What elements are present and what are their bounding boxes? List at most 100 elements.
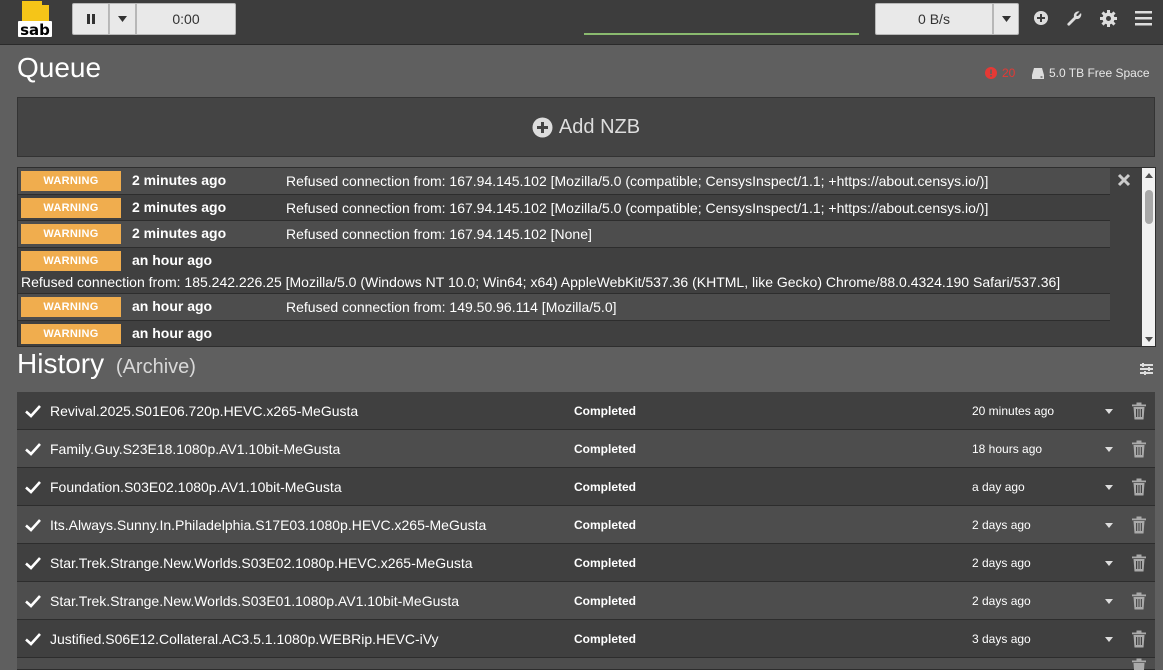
warning-row: WARNING an hour ago xyxy=(18,321,1110,346)
checkmark-icon xyxy=(25,633,41,646)
warning-message: Refused connection from: 167.94.145.102 … xyxy=(286,226,592,242)
warning-time: 2 minutes ago xyxy=(132,172,227,188)
history-row[interactable]: Star.Trek.Strange.New.Worlds.S03E02.1080… xyxy=(17,544,1155,582)
add-nzb-label: Add NZB xyxy=(558,115,641,138)
history-item-status: Completed xyxy=(574,404,637,418)
trash-icon[interactable] xyxy=(1131,592,1147,610)
warnings-scrollbar[interactable] xyxy=(1142,168,1155,346)
warning-row: WARNING an hour ago Refused connection f… xyxy=(18,248,1110,294)
pause-button[interactable] xyxy=(72,3,109,35)
history-item-time: 2 days ago xyxy=(972,556,1031,570)
warning-row: WARNING 2 minutes ago Refused connection… xyxy=(18,168,1110,195)
warning-badge: WARNING xyxy=(21,224,121,244)
caret-down-icon[interactable] xyxy=(1104,598,1114,606)
history-options-button[interactable] xyxy=(1140,362,1154,376)
main-menu-button[interactable] xyxy=(1133,8,1153,28)
history-item-name[interactable]: Revival.2025.S01E06.720p.HEVC.x265-MeGus… xyxy=(50,403,358,419)
history-list: Revival.2025.S01E06.720p.HEVC.x265-MeGus… xyxy=(17,392,1155,670)
history-row[interactable]: Revival.2025.S01E06.720p.HEVC.x265-MeGus… xyxy=(17,392,1155,430)
pause-icon xyxy=(86,14,95,24)
caret-down-icon[interactable] xyxy=(1104,408,1114,416)
checkmark-icon xyxy=(25,595,41,608)
history-row[interactable] xyxy=(17,658,1155,670)
history-title: History (Archive) xyxy=(17,348,196,380)
trash-icon[interactable] xyxy=(1131,516,1147,534)
warning-message: Refused connection from: 149.50.96.114 [… xyxy=(286,299,617,315)
wrench-icon xyxy=(1066,10,1081,26)
caret-down-icon[interactable] xyxy=(1104,484,1114,492)
history-item-name[interactable]: Family.Guy.S23E18.1080p.AV1.10bit-MeGust… xyxy=(50,441,340,457)
clear-warnings-button[interactable] xyxy=(1117,173,1133,189)
hard-drive-icon xyxy=(1032,67,1044,79)
caret-down-icon[interactable] xyxy=(1104,560,1114,568)
caret-down-icon[interactable] xyxy=(1104,446,1114,454)
history-row[interactable]: Foundation.S03E02.1080p.AV1.10bit-MeGust… xyxy=(17,468,1155,506)
speed-graph xyxy=(584,33,859,35)
history-row[interactable]: Justified.S06E12.Collateral.AC3.5.1.1080… xyxy=(17,620,1155,658)
add-nzb-top-button[interactable] xyxy=(1031,8,1051,28)
history-item-time: 20 minutes ago xyxy=(972,404,1055,418)
checkmark-icon xyxy=(25,519,41,532)
scroll-down-arrow-icon[interactable] xyxy=(1142,332,1155,346)
history-item-time: 2 days ago xyxy=(972,594,1031,608)
warnings-counter[interactable]: 20 xyxy=(985,66,1015,80)
trash-icon[interactable] xyxy=(1131,440,1147,458)
history-item-time: 18 hours ago xyxy=(972,442,1043,456)
history-item-name[interactable]: Star.Trek.Strange.New.Worlds.S03E02.1080… xyxy=(50,555,473,571)
warning-time: an hour ago xyxy=(132,252,213,268)
pause-dropdown-button[interactable] xyxy=(109,3,136,35)
sab-logo[interactable]: sab xyxy=(16,1,56,41)
list-options-icon xyxy=(1140,363,1153,375)
history-item-status: Completed xyxy=(574,442,637,456)
settings-button[interactable] xyxy=(1098,8,1118,28)
history-item-name[interactable]: Its.Always.Sunny.In.Philadelphia.S17E03.… xyxy=(50,517,486,533)
trash-icon[interactable] xyxy=(1131,554,1147,572)
logo-text: sab xyxy=(20,21,50,39)
history-item-name[interactable]: Star.Trek.Strange.New.Worlds.S03E01.1080… xyxy=(50,593,459,609)
checkmark-icon xyxy=(25,557,41,570)
warning-message: Refused connection from: 167.94.145.102 … xyxy=(286,200,989,216)
history-item-status: Completed xyxy=(574,594,637,608)
pause-timer[interactable]: 0:00 xyxy=(136,3,236,35)
warning-time: 2 minutes ago xyxy=(132,225,227,241)
caret-down-icon xyxy=(1001,16,1011,22)
history-row[interactable]: Family.Guy.S23E18.1080p.AV1.10bit-MeGust… xyxy=(17,430,1155,468)
checkmark-icon xyxy=(25,405,41,418)
warnings-count-text: 20 xyxy=(1002,66,1016,80)
warning-badge: WARNING xyxy=(21,297,121,317)
warning-badge: WARNING xyxy=(21,251,121,271)
exclamation-circle-icon xyxy=(985,67,997,79)
history-row[interactable]: Star.Trek.Strange.New.Worlds.S03E01.1080… xyxy=(17,582,1155,620)
warning-time: 2 minutes ago xyxy=(132,199,227,215)
speed-dropdown-button[interactable] xyxy=(993,3,1019,35)
config-wrench-button[interactable] xyxy=(1064,8,1084,28)
history-item-name[interactable]: Justified.S06E12.Collateral.AC3.5.1.1080… xyxy=(50,631,439,647)
close-icon xyxy=(1117,173,1131,187)
queue-title: Queue xyxy=(17,52,102,83)
warning-row: WARNING an hour ago Refused connection f… xyxy=(18,294,1110,321)
warning-row: WARNING 2 minutes ago Refused connection… xyxy=(18,221,1110,248)
trash-icon[interactable] xyxy=(1131,630,1147,648)
history-item-status: Completed xyxy=(574,518,637,532)
history-item-time: 2 days ago xyxy=(972,518,1031,532)
speed-limit-display[interactable]: 0 B/s xyxy=(875,3,993,35)
warning-badge: WARNING xyxy=(21,324,121,344)
warning-badge: WARNING xyxy=(21,198,121,218)
free-space-indicator: 5.0 TB Free Space xyxy=(1032,66,1150,80)
history-item-status: Completed xyxy=(574,480,637,494)
free-space-text: 5.0 TB Free Space xyxy=(1049,66,1150,80)
history-item-status: Completed xyxy=(574,632,637,646)
history-item-time: a day ago xyxy=(972,480,1025,494)
history-item-name[interactable]: Foundation.S03E02.1080p.AV1.10bit-MeGust… xyxy=(50,479,342,495)
trash-icon[interactable] xyxy=(1131,478,1147,496)
scroll-up-arrow-icon[interactable] xyxy=(1142,168,1155,182)
caret-down-icon[interactable] xyxy=(1104,522,1114,530)
history-archive-link[interactable]: (Archive) xyxy=(116,356,196,378)
trash-icon[interactable] xyxy=(1131,402,1147,420)
caret-down-icon[interactable] xyxy=(1104,636,1114,644)
history-row[interactable]: Its.Always.Sunny.In.Philadelphia.S17E03.… xyxy=(17,506,1155,544)
trash-icon[interactable] xyxy=(1131,658,1147,670)
top-bar: sab 0:00 0 B/s xyxy=(0,0,1163,45)
add-nzb-button[interactable]: Add NZB xyxy=(17,97,1155,157)
scrollbar-thumb[interactable] xyxy=(1145,190,1153,224)
